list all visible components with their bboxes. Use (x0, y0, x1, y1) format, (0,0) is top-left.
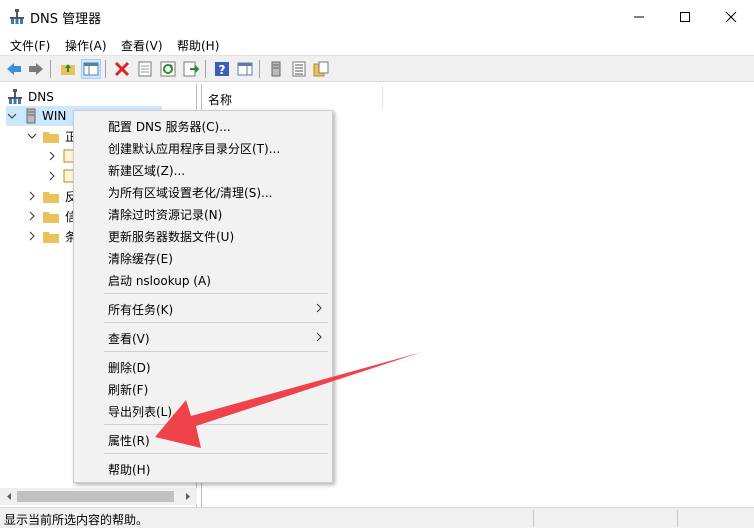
menu-file[interactable]: 文件(F) (10, 37, 50, 54)
chevron-down-icon (27, 133, 37, 139)
folder-properties-button[interactable] (311, 59, 331, 79)
maximize-icon (680, 11, 690, 22)
up-level-button[interactable] (58, 59, 78, 79)
menu-item-all-tasks[interactable]: 所有任务(K) (75, 297, 331, 319)
server-button[interactable] (266, 59, 286, 79)
chevron-right-icon (29, 231, 35, 241)
back-arrow-icon (7, 63, 21, 75)
menu-item-update-server-data-files[interactable]: 更新服务器数据文件(U) (75, 224, 331, 246)
toolbar-separator (50, 60, 51, 78)
tree-item-forward-zones[interactable]: 正 (26, 126, 77, 146)
tree-item-trust-points[interactable]: 信 (26, 206, 77, 226)
menu-item-set-aging-scavenging[interactable]: 为所有区域设置老化/清理(S)... (75, 180, 331, 202)
toolbar-separator (259, 60, 260, 78)
menu-separator (104, 293, 328, 294)
menu-item-new-zone[interactable]: 新建区域(Z)... (75, 158, 331, 180)
menu-separator (104, 424, 328, 425)
menu-separator (104, 322, 328, 323)
properties-sheet-icon (138, 61, 152, 77)
svg-text:?: ? (219, 63, 226, 77)
toolbar-separator (105, 60, 106, 78)
tree-item-reverse-zones[interactable]: 反 (26, 186, 77, 206)
horizontal-scrollbar[interactable] (0, 488, 197, 505)
title-bar: DNS 管理器 (0, 0, 754, 33)
minimize-icon (634, 16, 644, 17)
menu-separator (104, 351, 328, 352)
menu-view[interactable]: 查看(V) (121, 37, 163, 54)
menu-item-export-list[interactable]: 导出列表(L)... (75, 399, 331, 421)
menu-item-refresh[interactable]: 刷新(F) (75, 377, 331, 399)
refresh-button[interactable] (158, 59, 178, 79)
chevron-down-icon (7, 113, 17, 119)
chevron-right-icon (49, 171, 55, 181)
tree-item-dns[interactable]: DNS (8, 87, 54, 107)
properties-button[interactable] (135, 59, 155, 79)
menu-item-delete[interactable]: 删除(D) (75, 355, 331, 377)
show-hide-action-pane-button[interactable] (235, 59, 255, 79)
chevron-right-icon (49, 151, 55, 161)
server-icon (26, 108, 36, 124)
folder-icon (43, 131, 59, 143)
context-menu: 配置 DNS 服务器(C)... 创建默认应用程序目录分区(T)... 新建区域… (73, 110, 333, 483)
menu-item-configure-dns-server[interactable]: 配置 DNS 服务器(C)... (75, 114, 331, 136)
menu-item-view[interactable]: 查看(V) (75, 326, 331, 348)
menu-item-help[interactable]: 帮助(H) (75, 457, 331, 479)
scroll-left-icon[interactable] (3, 488, 15, 505)
chevron-right-icon (29, 211, 35, 221)
list-button[interactable] (289, 59, 309, 79)
delete-icon (114, 61, 130, 77)
dns-app-icon (10, 9, 24, 24)
chevron-right-icon (29, 191, 35, 201)
tree-item-conditional-forwarders[interactable]: 条 (26, 226, 77, 246)
dns-icon (8, 89, 22, 104)
back-button[interactable] (4, 59, 24, 79)
up-folder-icon (61, 64, 75, 75)
refresh-icon (160, 61, 176, 77)
status-text: 显示当前所选内容的帮助。 (4, 513, 149, 527)
submenu-arrow-icon (316, 332, 322, 342)
help-button[interactable]: ? (212, 59, 232, 79)
minimize-button[interactable] (616, 0, 662, 33)
folder-properties-icon (313, 61, 329, 77)
forward-button[interactable] (26, 59, 46, 79)
menu-bar: 文件(F) 操作(A) 查看(V) 帮助(H) (0, 33, 754, 55)
show-hide-action-pane-icon (237, 62, 253, 76)
toolbar: ? (0, 55, 754, 82)
menu-item-properties[interactable]: 属性(R) (75, 428, 331, 450)
help-icon: ? (215, 62, 229, 77)
maximize-button[interactable] (662, 0, 708, 33)
export-list-button[interactable] (181, 59, 201, 79)
column-header-name[interactable]: 名称 (202, 86, 383, 110)
status-bar: 显示当前所选内容的帮助。 (0, 507, 754, 528)
scrollbar-thumb[interactable] (17, 491, 174, 502)
menu-item-launch-nslookup[interactable]: 启动 nslookup (A) (75, 268, 331, 290)
toolbar-separator (205, 60, 206, 78)
folder-icon (43, 231, 59, 243)
window-title: DNS 管理器 (30, 12, 102, 27)
delete-button[interactable] (112, 59, 132, 79)
menu-separator (104, 453, 328, 454)
export-list-icon (183, 61, 199, 77)
forward-arrow-icon (29, 63, 43, 75)
menu-item-create-app-partition[interactable]: 创建默认应用程序目录分区(T)... (75, 136, 331, 158)
submenu-arrow-icon (316, 303, 322, 313)
status-divider (533, 510, 534, 527)
close-button[interactable] (708, 0, 754, 33)
menu-item-clear-cache[interactable]: 清除缓存(E) (75, 246, 331, 268)
list-icon (292, 61, 306, 77)
folder-icon (43, 211, 59, 223)
menu-help[interactable]: 帮助(H) (177, 37, 219, 54)
show-hide-console-tree-button[interactable] (81, 59, 101, 79)
close-icon (725, 11, 737, 22)
folder-icon (43, 191, 59, 203)
status-divider (677, 510, 678, 527)
server-icon (271, 61, 281, 77)
scroll-right-icon[interactable] (182, 488, 194, 505)
show-hide-console-tree-icon (83, 62, 99, 76)
tree-label-server: WIN (42, 109, 67, 123)
tree-label-dns: DNS (28, 90, 54, 104)
menu-action[interactable]: 操作(A) (65, 37, 107, 54)
menu-item-scavenge-stale-records[interactable]: 清除过时资源记录(N) (75, 202, 331, 224)
